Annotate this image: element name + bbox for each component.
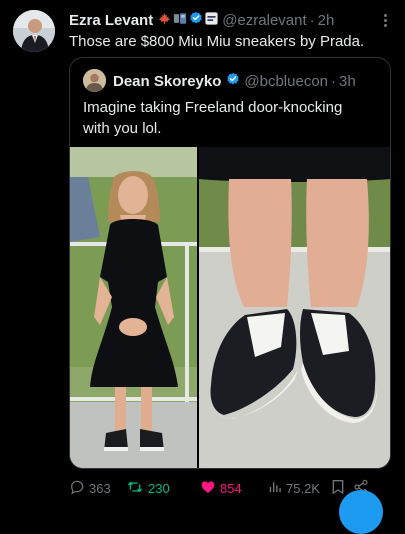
reply-icon bbox=[69, 479, 85, 498]
separator: · bbox=[331, 72, 337, 90]
quoted-author-badges bbox=[226, 72, 240, 90]
quoted-text: Imagine taking Freeland door-knocking wi… bbox=[83, 99, 343, 137]
affiliate-badge-icon bbox=[205, 11, 218, 29]
reply-count: 363 bbox=[89, 480, 111, 496]
verified-icon bbox=[189, 11, 203, 29]
blue-ribbon-icon bbox=[173, 12, 187, 29]
heart-icon bbox=[200, 479, 216, 498]
quoted-author-avatar[interactable] bbox=[83, 69, 106, 92]
more-options-icon[interactable] bbox=[377, 10, 393, 30]
tweet-text: Those are $800 Miu Miu sneakers by Prada… bbox=[69, 33, 365, 50]
maple-leaf-icon bbox=[158, 12, 171, 29]
photo-woman-in-black-dress[interactable] bbox=[70, 147, 197, 468]
repost-count: 230 bbox=[148, 480, 170, 496]
author-badges bbox=[158, 11, 218, 29]
like-count: 854 bbox=[220, 480, 242, 496]
compose-button[interactable] bbox=[339, 490, 383, 534]
view-count: 75.2K bbox=[286, 480, 320, 496]
quoted-media bbox=[70, 147, 390, 468]
quoted-timestamp[interactable]: 3h bbox=[339, 73, 356, 90]
separator: · bbox=[309, 11, 315, 29]
reply-button[interactable]: 363 bbox=[69, 479, 126, 498]
repost-icon bbox=[126, 479, 144, 498]
author-handle[interactable]: @ezralevant bbox=[222, 12, 306, 29]
repost-button[interactable]: 230 bbox=[126, 479, 200, 498]
tweet[interactable]: Ezra Levant @ezralevant · 2h Those are $… bbox=[0, 0, 405, 534]
timestamp[interactable]: 2h bbox=[318, 12, 335, 29]
tweet-header: Ezra Levant @ezralevant · 2h bbox=[69, 11, 391, 29]
quoted-author-name[interactable]: Dean Skoreyko bbox=[113, 73, 221, 90]
analytics-icon bbox=[268, 480, 282, 497]
quoted-tweet[interactable]: Dean Skoreyko @bcbluecon · 3h Imagine ta… bbox=[69, 57, 391, 469]
quoted-header: Dean Skoreyko @bcbluecon · 3h bbox=[113, 72, 380, 90]
tweet-actions: 363 230 854 75.2K bbox=[69, 479, 391, 498]
quoted-author-handle[interactable]: @bcbluecon bbox=[244, 73, 328, 90]
like-button[interactable]: 854 bbox=[200, 479, 268, 498]
bookmark-icon bbox=[331, 479, 345, 498]
views-button[interactable]: 75.2K bbox=[268, 480, 331, 497]
verified-icon bbox=[226, 72, 240, 90]
photo-black-sneakers[interactable] bbox=[199, 147, 390, 468]
author-name[interactable]: Ezra Levant bbox=[69, 12, 153, 29]
author-avatar[interactable] bbox=[13, 10, 55, 52]
